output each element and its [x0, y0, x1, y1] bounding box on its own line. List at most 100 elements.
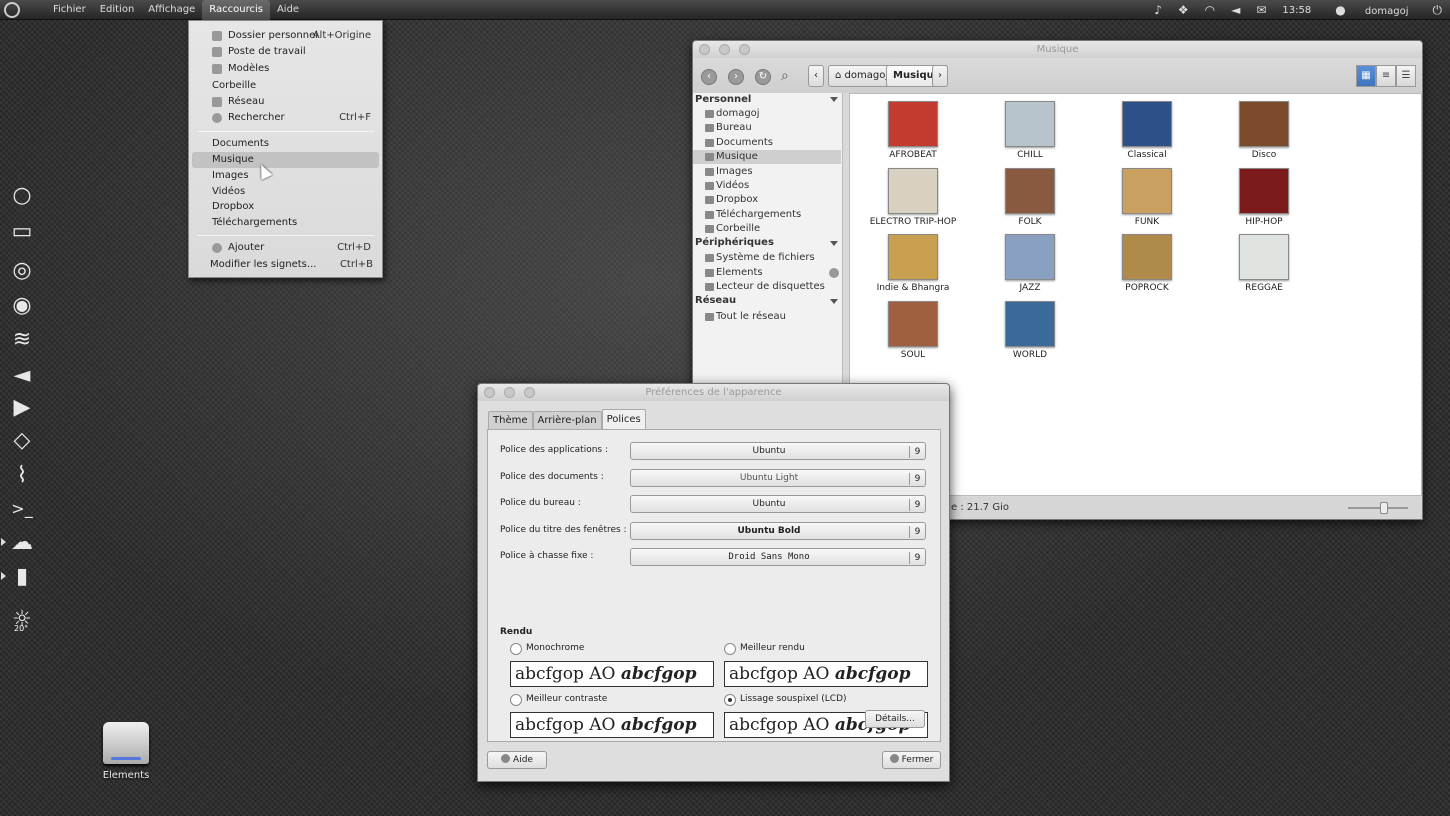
menu-item-videos[interactable]: Vidéos [192, 184, 379, 200]
feather-icon[interactable]: ≋ [8, 326, 36, 354]
radio-label-meilleur-contraste[interactable]: Meilleur contraste [526, 694, 607, 704]
sidebar-header-reseau[interactable]: Réseau [695, 295, 736, 306]
play-icon[interactable]: ▶ [8, 394, 36, 422]
sidebar-item-documents[interactable]: Documents [693, 136, 841, 150]
menu-item-dropbox[interactable]: Dropbox [192, 199, 379, 215]
folder-item[interactable]: CHILL [985, 101, 1075, 160]
wifi-icon[interactable]: ◠ [1197, 3, 1223, 17]
help-button[interactable]: Aide [487, 751, 547, 769]
sidebar-item-bureau[interactable]: Bureau [693, 121, 841, 135]
ubuntu-circle-icon[interactable]: ○ [8, 182, 36, 210]
window-icon[interactable]: ▭ [8, 218, 36, 246]
font-button-titre-fenetres[interactable]: Ubuntu Bold 9 [630, 522, 926, 540]
menu-item-telechargements[interactable]: Téléchargements [192, 215, 379, 231]
folder-item[interactable]: FUNK [1102, 168, 1192, 227]
minimize-icon[interactable] [504, 387, 515, 398]
sidebar-item-dropbox[interactable]: Dropbox [693, 193, 841, 207]
back-icon[interactable]: ‹ [701, 69, 717, 85]
user-menu[interactable]: ● domagoj [1319, 3, 1424, 17]
sidebar-item-domagoj[interactable]: domagoj [693, 107, 841, 121]
sidebar-item-telechargements[interactable]: Téléchargements [693, 208, 841, 222]
font-button-bureau[interactable]: Ubuntu 9 [630, 495, 926, 513]
radio-meilleur-contraste[interactable] [510, 694, 522, 706]
box-icon[interactable]: ◇ [8, 427, 36, 455]
close-icon[interactable] [484, 387, 495, 398]
search-icon[interactable]: ⌕ [781, 68, 789, 84]
forward-icon[interactable]: › [728, 69, 744, 85]
chrome-icon[interactable]: ◎ [8, 257, 36, 285]
sidebar-header-personnel[interactable]: Personnel [695, 94, 751, 105]
menu-item-ajouter[interactable]: Ajouter Ctrl+D [192, 240, 379, 256]
menu-item-reseau[interactable]: Réseau [192, 94, 379, 110]
tab-polices[interactable]: Polices [601, 409, 646, 429]
font-button-chasse-fixe[interactable]: Droid Sans Mono 9 [630, 548, 926, 566]
sidebar-item-elements[interactable]: Elements [693, 266, 841, 280]
activity-icon[interactable]: ⌇ [8, 462, 36, 490]
book-icon[interactable]: ▮ [8, 563, 36, 591]
menu-item-musique[interactable]: Musique [192, 152, 379, 168]
ubuntu-logo-icon[interactable] [4, 2, 20, 18]
menu-item-documents[interactable]: Documents [192, 136, 379, 152]
folder-item[interactable]: POPROCK [1102, 234, 1192, 293]
sidebar-item-videos[interactable]: Vidéos [693, 179, 841, 193]
radio-lissage-souspixel[interactable] [724, 694, 736, 706]
server-icon[interactable]: ☁ [8, 529, 36, 557]
terminal-icon[interactable]: >_ [8, 495, 36, 523]
sample-meilleur-rendu[interactable]: abcfgop AO abcfgop [724, 661, 928, 687]
close-button[interactable]: Fermer [882, 751, 941, 769]
sample-meilleur-contraste[interactable]: abcfgop AO abcfgop [510, 712, 714, 738]
window-titlebar[interactable]: Musique [693, 41, 1422, 58]
folder-item[interactable]: WORLD [985, 301, 1075, 360]
folder-item[interactable]: Classical [1102, 101, 1192, 160]
sidebar-item-filesystem[interactable]: Système de fichiers [693, 251, 841, 265]
compact-view-button[interactable]: ☰ [1396, 65, 1416, 87]
folder-item[interactable]: FOLK [985, 168, 1075, 227]
folder-item[interactable]: ELECTRO TRIP-HOP [868, 168, 958, 227]
menu-item-images[interactable]: Images [192, 168, 379, 184]
collapse-icon[interactable] [830, 299, 838, 304]
close-icon[interactable] [699, 44, 710, 55]
reload-icon[interactable]: ↻ [755, 69, 771, 85]
sidebar-header-peripheriques[interactable]: Périphériques [695, 237, 774, 248]
collapse-icon[interactable] [830, 241, 838, 246]
menu-item-modifier-signets[interactable]: Modifier les signets... Ctrl+B [192, 257, 379, 273]
list-view-button[interactable]: ≡ [1376, 65, 1396, 87]
zoom-slider-handle[interactable] [1380, 502, 1388, 514]
sidebar-item-floppy[interactable]: Lecteur de disquettes [693, 280, 841, 294]
desktop-drive-elements[interactable]: Elements [96, 722, 156, 781]
sidebar-item-musique[interactable]: Musique [693, 150, 841, 164]
tab-theme[interactable]: Thème [488, 411, 533, 429]
font-button-documents[interactable]: Ubuntu Light 9 [630, 469, 926, 487]
music-note-icon[interactable]: ♪ [1146, 3, 1170, 17]
power-icon[interactable]: ⏻ [1425, 3, 1450, 18]
menu-raccourcis[interactable]: Raccourcis [202, 0, 270, 20]
folder-item[interactable]: Disco [1219, 101, 1309, 160]
radio-label-lissage-souspixel[interactable]: Lissage souspixel (LCD) [740, 694, 847, 704]
menu-edition[interactable]: Edition [93, 0, 142, 20]
folder-item[interactable]: Indie & Bhangra [868, 234, 958, 293]
sidebar-item-network[interactable]: Tout le réseau [693, 310, 841, 324]
zoom-slider[interactable] [1348, 502, 1408, 514]
mail-icon[interactable]: ✉ [1248, 3, 1274, 17]
menu-item-corbeille[interactable]: Corbeille [192, 78, 379, 94]
radio-meilleur-rendu[interactable] [724, 643, 736, 655]
folder-item[interactable]: SOUL [868, 301, 958, 360]
menu-affichage[interactable]: Affichage [141, 0, 202, 20]
breadcrumb-right-arrow[interactable]: › [932, 65, 948, 87]
menu-fichier[interactable]: Fichier [46, 0, 93, 20]
megaphone-icon[interactable]: ◄ [8, 362, 36, 390]
tab-arriere-plan[interactable]: Arrière-plan [532, 411, 602, 429]
folder-item[interactable]: AFROBEAT [868, 101, 958, 160]
font-button-applications[interactable]: Ubuntu 9 [630, 442, 926, 460]
maximize-icon[interactable] [524, 387, 535, 398]
icon-view-button[interactable]: ▦ [1356, 65, 1376, 87]
radio-label-meilleur-rendu[interactable]: Meilleur rendu [740, 643, 805, 653]
menu-item-modeles[interactable]: Modèles [192, 61, 379, 77]
sidebar-item-corbeille[interactable]: Corbeille [693, 222, 841, 236]
volume-icon[interactable]: ◄ [1223, 3, 1248, 17]
menu-aide[interactable]: Aide [270, 0, 306, 20]
sidebar-item-images[interactable]: Images [693, 165, 841, 179]
firefox-icon[interactable]: ◉ [8, 292, 36, 320]
folder-item[interactable]: REGGAE [1219, 234, 1309, 293]
clock[interactable]: 13:58 [1274, 5, 1319, 16]
